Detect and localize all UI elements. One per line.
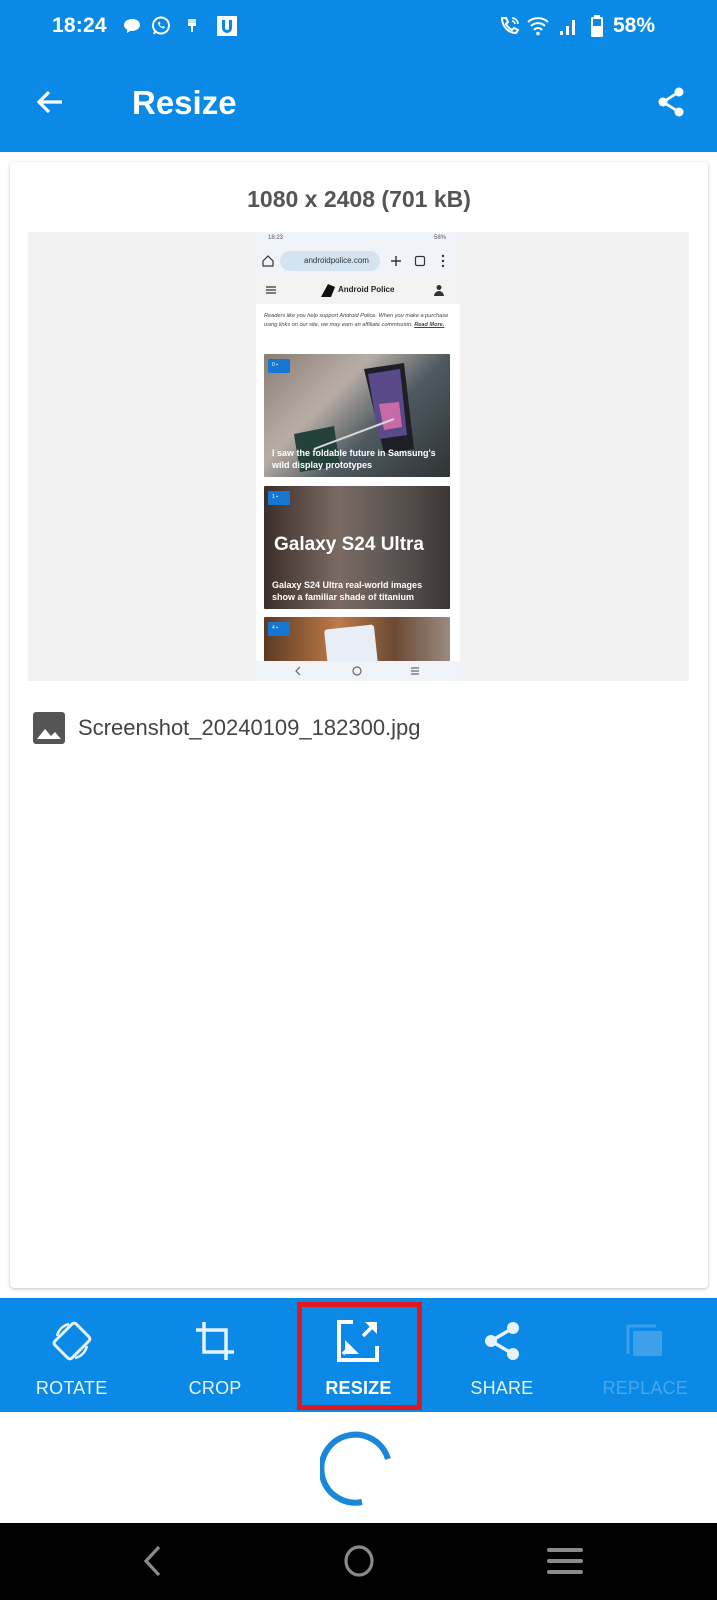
- back-nav-icon: [143, 1545, 161, 1577]
- screen: 18:24 58% Resize 1080 x 2408 (701 kB) 18…: [0, 0, 717, 1600]
- preview-status-battery: 58%: [433, 235, 446, 241]
- u-app-icon: [216, 14, 238, 38]
- preview-article-overlay: Galaxy S24 Ultra: [274, 534, 424, 555]
- preview-plus-icon: [391, 256, 401, 266]
- share-label: SHARE: [470, 1378, 534, 1398]
- preview-article-title: Galaxy S24 Ultra real-world images show …: [272, 580, 423, 602]
- image-icon: [33, 712, 65, 744]
- back-button[interactable]: [30, 82, 70, 122]
- preview-recents-nav-icon: [411, 667, 419, 675]
- whatsapp-icon: [150, 14, 172, 38]
- brush-icon: [186, 14, 198, 38]
- resize-icon: [333, 1316, 383, 1366]
- preview-home-nav-icon: [352, 666, 362, 676]
- share-button[interactable]: [651, 82, 691, 122]
- replace-icon: [620, 1316, 670, 1366]
- home-nav-icon: [344, 1545, 374, 1577]
- preview-article-title: I saw the foldable future in Samsung's w…: [272, 448, 436, 470]
- image-card: 1080 x 2408 (701 kB) 18:23 58% androidpo…: [10, 162, 708, 1288]
- preview-status-bar: 18:23 58%: [256, 232, 460, 246]
- crop-button[interactable]: CROP: [143, 1298, 286, 1412]
- preview-article-card: 0 ▪ I saw the foldable future in Samsung…: [264, 354, 450, 477]
- system-home-button[interactable]: [334, 1539, 384, 1583]
- preview-site-name: Android Police: [338, 285, 395, 294]
- resize-label: RESIZE: [325, 1378, 392, 1398]
- recents-nav-icon: [547, 1548, 583, 1574]
- replace-button[interactable]: REPLACE: [574, 1298, 717, 1412]
- preview-menu-icon: [441, 254, 445, 268]
- preview-article-card: 4 ▪: [264, 617, 450, 667]
- status-bar: 18:24 58%: [0, 0, 717, 52]
- image-preview[interactable]: 18:23 58% androidpolice.com Android Poli…: [256, 232, 460, 681]
- battery-icon: [590, 14, 604, 38]
- system-navigation-bar: [0, 1523, 717, 1600]
- preview-comment-badge: 0 ▪: [268, 359, 290, 373]
- preview-hamburger-icon: [266, 286, 276, 294]
- status-time: 18:24: [52, 14, 107, 37]
- preview-home-icon: [262, 255, 274, 267]
- rotate-label: ROTATE: [35, 1378, 108, 1398]
- preview-comment-count: 0: [272, 362, 275, 368]
- preview-url: androidpolice.com: [280, 251, 380, 271]
- chat-bubble-icon: [122, 14, 142, 38]
- battery-percent: 58%: [612, 14, 655, 37]
- system-recents-button[interactable]: [540, 1539, 590, 1583]
- page-title: Resize: [132, 84, 237, 121]
- wifi-icon: [526, 14, 550, 38]
- bottom-toolbar: ROTATE CROP RESIZE SHARE REPLACE: [0, 1298, 717, 1412]
- preview-read-more: Read More.: [414, 322, 445, 328]
- top-bar: 18:24 58% Resize: [0, 0, 717, 152]
- rotate-icon: [47, 1316, 97, 1366]
- share-tool-button[interactable]: SHARE: [430, 1298, 573, 1412]
- wifi-calling-icon: [498, 14, 522, 38]
- replace-label: REPLACE: [602, 1378, 688, 1398]
- share-icon: [658, 87, 684, 117]
- preview-disclaimer: Readers like you help support Android Po…: [264, 312, 454, 330]
- system-back-button[interactable]: [128, 1539, 178, 1583]
- file-name: Screenshot_20240109_182300.jpg: [78, 715, 421, 740]
- crop-label: CROP: [188, 1378, 242, 1398]
- resize-button[interactable]: RESIZE: [287, 1298, 430, 1412]
- preview-comment-badge: 1 ▪: [268, 491, 290, 505]
- preview-article-card: 1 ▪ Galaxy S24 Ultra Galaxy S24 Ultra re…: [264, 486, 450, 609]
- file-info-row: Screenshot_20240109_182300.jpg: [32, 710, 421, 746]
- image-dimensions: 1080 x 2408 (701 kB): [247, 186, 471, 212]
- rotate-button[interactable]: ROTATE: [0, 1298, 143, 1412]
- preview-site-nav: Android Police: [256, 276, 460, 304]
- preview-tabs-icon: [414, 255, 426, 267]
- preview-system-nav: [256, 661, 460, 681]
- crop-icon: [190, 1316, 240, 1366]
- arrow-back-icon: [36, 90, 62, 114]
- signal-icon: [558, 14, 580, 38]
- preview-url-bar: androidpolice.com: [256, 246, 460, 276]
- share-icon: [477, 1316, 527, 1366]
- preview-back-nav-icon: [295, 666, 301, 676]
- preview-comment-count: 4: [272, 625, 275, 631]
- preview-account-icon: [434, 285, 444, 296]
- preview-comment-badge: 4 ▪: [268, 622, 290, 636]
- preview-status-time: 18:23: [268, 235, 284, 241]
- preview-comment-count: 1: [272, 494, 275, 500]
- preview-logo-icon: [321, 284, 335, 297]
- progress-spinner-icon: [318, 1428, 396, 1508]
